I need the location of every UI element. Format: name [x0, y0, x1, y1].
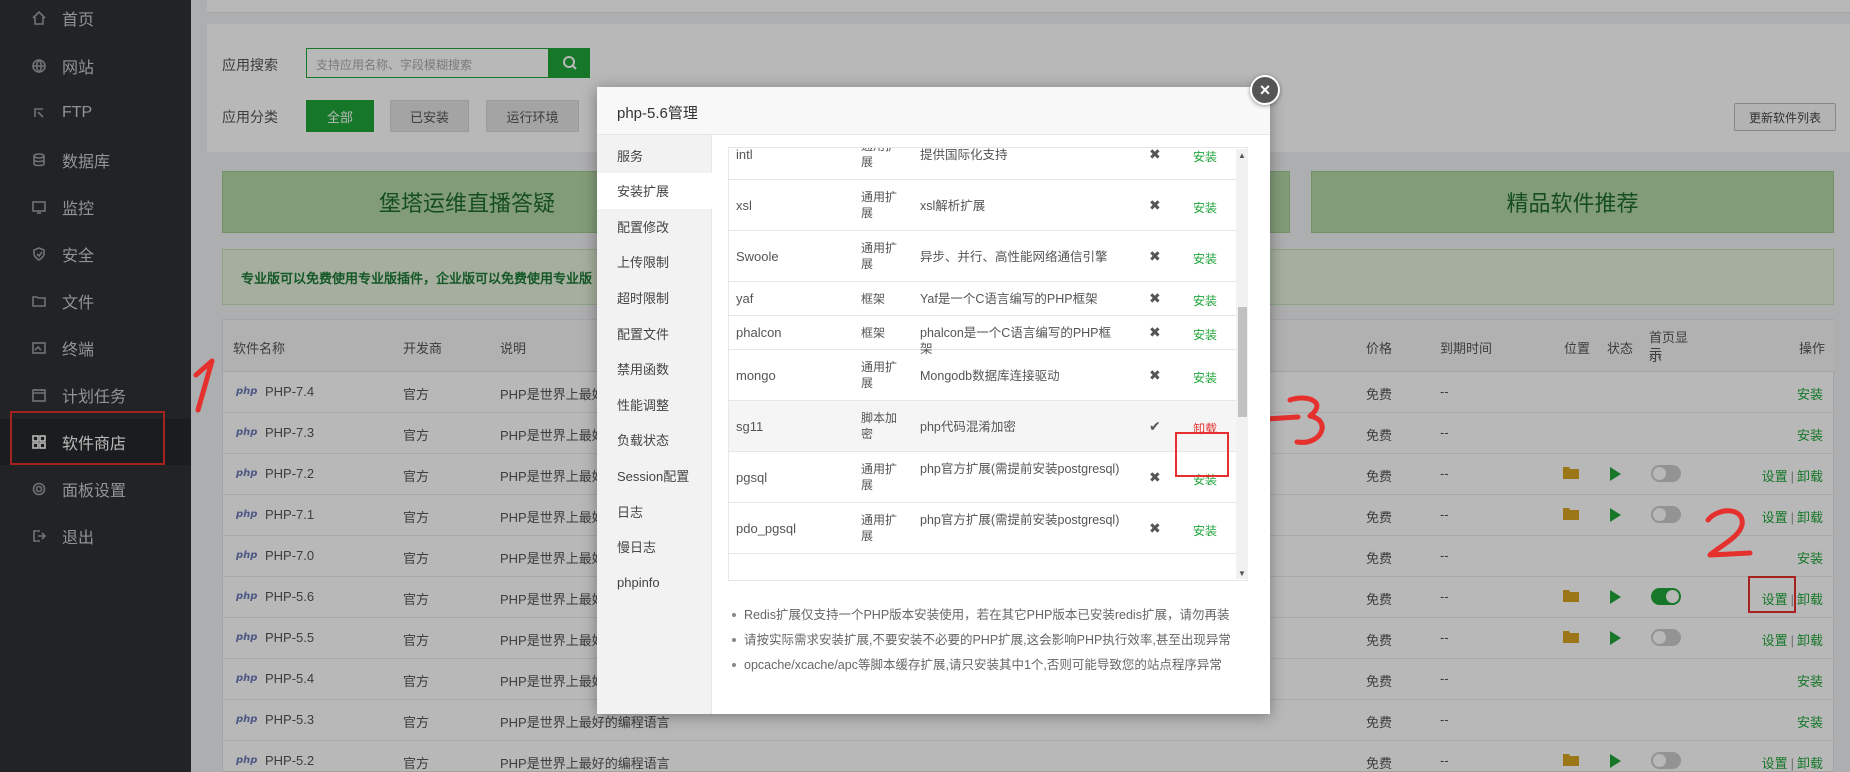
- extension-row: phalcon 框架 phalcon是一个C语言编写的PHP框架 ✖ 安装: [729, 316, 1237, 356]
- extension-row: xsl 通用扩展 xsl解析扩展 ✖ 安装: [729, 180, 1237, 231]
- extension-name: phalcon: [736, 325, 782, 340]
- scrollbar-thumb[interactable]: [1238, 307, 1247, 417]
- extension-type: 通用扩展: [861, 513, 898, 543]
- extension-row: pdo_pgsql 通用扩展 php官方扩展(需提前安装postgresql) ✖ 安装: [729, 503, 1237, 554]
- extension-type: 通用扩展: [861, 241, 898, 271]
- annotation-number-2: [1705, 508, 1753, 558]
- cross-icon: ✖: [1149, 197, 1161, 213]
- modal-nav-item[interactable]: 服务: [597, 137, 712, 173]
- extension-description: Mongodb数据库连接驱动: [920, 369, 1060, 383]
- extension-description: Yaf是一个C语言编写的PHP框架: [920, 292, 1098, 306]
- extension-row: mongo 通用扩展 Mongodb数据库连接驱动 ✖ 安装: [729, 350, 1237, 401]
- highlight-box-uninstall: [1175, 432, 1229, 477]
- extension-type: 通用扩展: [861, 190, 898, 220]
- cross-icon: ✖: [1149, 290, 1161, 306]
- extension-name: Swoole: [736, 249, 779, 264]
- install-extension-button[interactable]: 安装: [1193, 326, 1217, 343]
- modal-nav: 服务 安装扩展 配置修改 上传限制 超时限制 配置文件 禁用函数 性能调整 负载状态 Sessio…: [597, 135, 712, 714]
- cross-icon: ✖: [1149, 147, 1161, 162]
- extension-name: sg11: [736, 419, 764, 434]
- scroll-up-arrow[interactable]: ▲: [1238, 151, 1246, 160]
- modal-nav-item[interactable]: 超时限制: [597, 279, 712, 315]
- install-extension-button[interactable]: 安装: [1193, 522, 1217, 539]
- extension-name: pgsql: [736, 470, 768, 485]
- modal-nav-item[interactable]: 安装扩展: [597, 172, 712, 209]
- extension-name: xsl: [736, 198, 752, 213]
- extension-description: 提供国际化支持: [920, 148, 1008, 162]
- extension-type: 通用扩展: [861, 462, 898, 492]
- cross-icon: ✖: [1149, 469, 1161, 485]
- annotation-number-1: [193, 358, 215, 413]
- modal-close-button[interactable]: ×: [1250, 75, 1280, 105]
- install-extension-button[interactable]: 安装: [1193, 250, 1217, 267]
- tips-list: Redis扩展仅支持一个PHP版本安装使用，若在其它PHP版本已安装redis扩…: [728, 607, 1258, 682]
- annotation-number-3: [1264, 395, 1325, 445]
- extensions-table: intl通用扩展提供国际化支持✖安装xsl通用扩展xsl解析扩展✖安装Swool…: [728, 147, 1248, 581]
- extension-type: 通用扩展: [861, 360, 898, 390]
- extension-type: 框架: [861, 292, 886, 306]
- extension-description: php代码混淆加密: [920, 420, 1016, 434]
- install-extension-button[interactable]: 安装: [1193, 148, 1217, 165]
- extension-row: sg11 脚本加密 php代码混淆加密 ✔ 卸载: [729, 401, 1237, 452]
- extension-type: 框架: [861, 326, 886, 340]
- modal-nav-item[interactable]: 配置修改: [597, 208, 712, 244]
- tip-item: 请按实际需求安装扩展,不要安装不必要的PHP扩展,这会影响PHP执行效率,甚至出…: [728, 632, 1258, 657]
- install-extension-button[interactable]: 安装: [1193, 369, 1217, 386]
- install-extension-button[interactable]: 安装: [1193, 199, 1217, 216]
- cross-icon: ✖: [1149, 520, 1161, 536]
- cross-icon: ✖: [1149, 324, 1161, 340]
- tip-item: opcache/xcache/apc等脚本缓存扩展,请只安装其中1个,否则可能导…: [728, 657, 1258, 682]
- php-manager-modal: php-5.6管理 服务 安装扩展 配置修改 上传限制 超时限制 配置文件 禁用函数 性能调整…: [597, 87, 1270, 714]
- extension-name: pdo_pgsql: [736, 521, 796, 536]
- modal-nav-item[interactable]: 配置文件: [597, 315, 712, 351]
- modal-nav-item[interactable]: 禁用函数: [597, 351, 712, 387]
- extension-description: php官方扩展(需提前安装postgresql): [920, 513, 1120, 527]
- modal-nav-item[interactable]: Session配置: [597, 457, 712, 493]
- modal-nav-item[interactable]: 性能调整: [597, 386, 712, 422]
- modal-nav-item[interactable]: phpinfo: [597, 564, 712, 600]
- scroll-down-arrow[interactable]: ▼: [1238, 569, 1246, 578]
- extension-description: 异步、并行、高性能网络通信引擎: [920, 250, 1108, 264]
- extension-row: intl 通用扩展 提供国际化支持 ✖ 安装: [729, 147, 1237, 180]
- extension-name: mongo: [736, 368, 776, 383]
- modal-nav-item[interactable]: 负载状态: [597, 422, 712, 458]
- cross-icon: ✖: [1149, 367, 1161, 383]
- extension-name: intl: [736, 147, 753, 162]
- extension-type: 脚本加密: [861, 411, 898, 441]
- cross-icon: ✖: [1149, 248, 1161, 264]
- check-icon: ✔: [1149, 418, 1161, 434]
- extension-name: yaf: [736, 291, 754, 306]
- extension-row: Swoole 通用扩展 异步、并行、高性能网络通信引擎 ✖ 安装: [729, 231, 1237, 282]
- extension-type: 通用扩展: [861, 148, 897, 169]
- modal-nav-item[interactable]: 慢日志: [597, 529, 712, 565]
- modal-title: php-5.6管理: [597, 87, 1270, 135]
- tip-item: Redis扩展仅支持一个PHP版本安装使用，若在其它PHP版本已安装redis扩…: [728, 607, 1258, 632]
- modal-nav-item[interactable]: 日志: [597, 493, 712, 529]
- extension-row: pgsql 通用扩展 php官方扩展(需提前安装postgresql) ✖ 安装: [729, 452, 1237, 503]
- extension-description: xsl解析扩展: [920, 199, 986, 213]
- extension-description: php官方扩展(需提前安装postgresql): [920, 462, 1120, 476]
- extension-row: yaf 框架 Yaf是一个C语言编写的PHP框架 ✖ 安装: [729, 282, 1237, 316]
- install-extension-button[interactable]: 安装: [1193, 292, 1217, 309]
- modal-nav-item[interactable]: 上传限制: [597, 244, 712, 280]
